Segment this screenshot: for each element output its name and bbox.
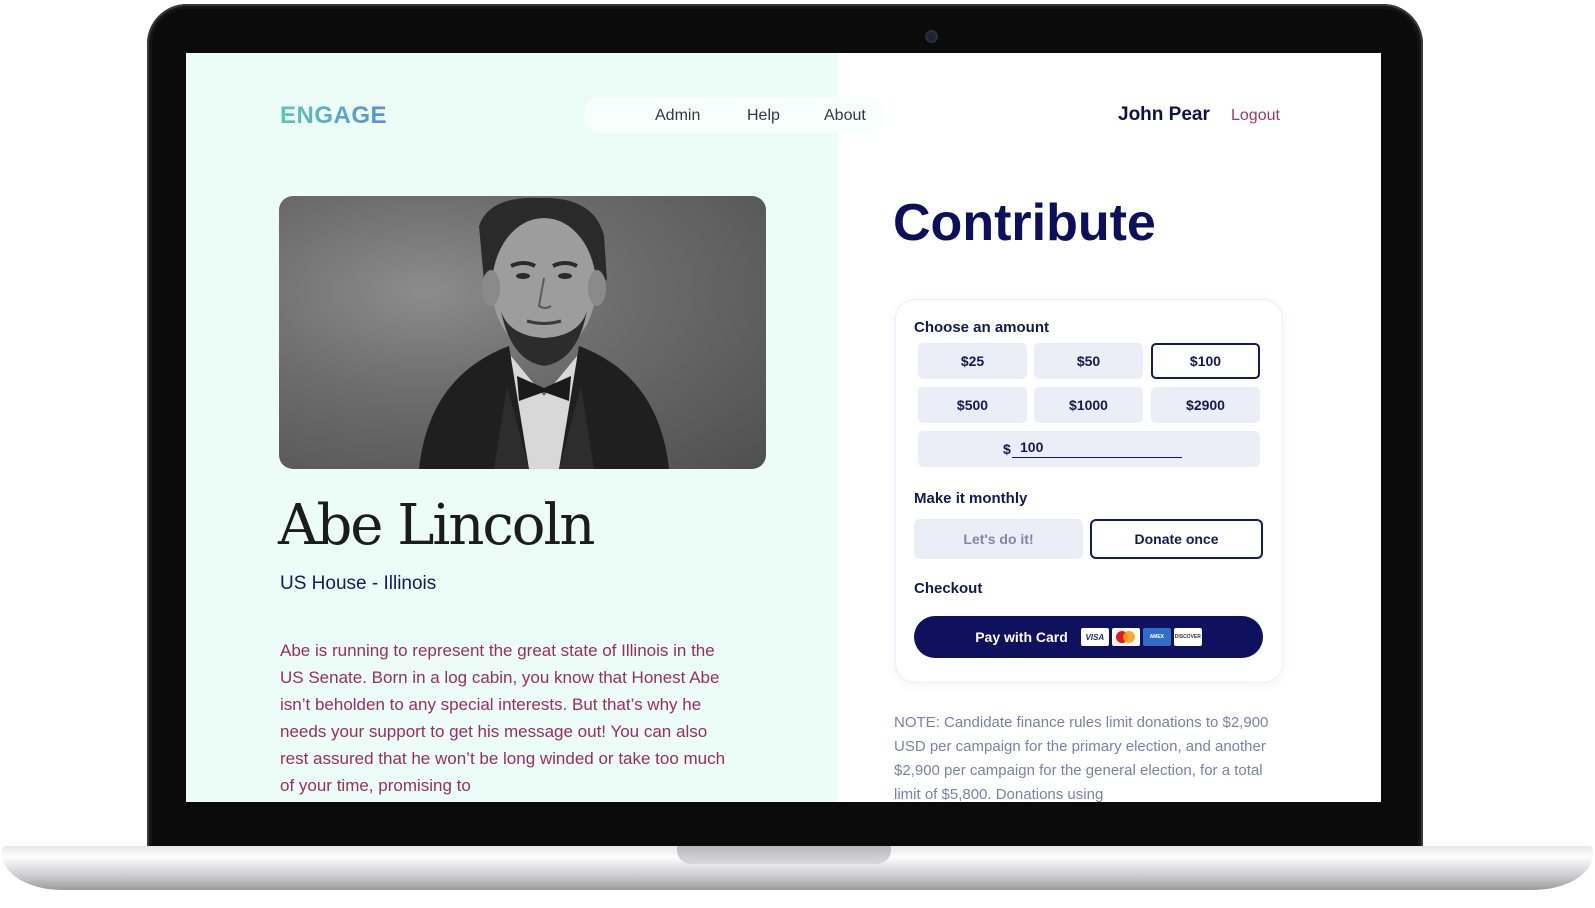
candidate-photo bbox=[279, 196, 766, 469]
choose-amount-label: Choose an amount bbox=[914, 319, 1050, 336]
donate-once-button[interactable]: Donate once bbox=[1090, 519, 1263, 559]
amount-2900-button[interactable]: $2900 bbox=[1151, 387, 1260, 423]
logout-link[interactable]: Logout bbox=[1231, 107, 1280, 125]
visa-icon: VISA bbox=[1080, 628, 1109, 646]
candidate-name: Abe Lincoln bbox=[278, 493, 595, 558]
discover-icon: DISCOVER bbox=[1173, 628, 1202, 646]
nav-help[interactable]: Help bbox=[747, 107, 780, 125]
amount-500-button[interactable]: $500 bbox=[918, 387, 1027, 423]
custom-amount-input[interactable] bbox=[1012, 437, 1182, 458]
screen: ENGAGE Admin Help About John Pear Logout bbox=[186, 53, 1381, 802]
amount-25-button[interactable]: $25 bbox=[918, 343, 1027, 379]
user-name: John Pear bbox=[1118, 104, 1210, 125]
amount-100-button[interactable]: $100 bbox=[1151, 343, 1260, 379]
pay-button-label: Pay with Card bbox=[975, 629, 1068, 645]
currency-symbol: $ bbox=[1003, 441, 1011, 457]
finance-note: NOTE: Candidate finance rules limit dona… bbox=[894, 714, 1269, 802]
amex-icon: AMEX bbox=[1142, 628, 1171, 646]
donation-card: Choose an amount $25 $50 $100 $500 $1000… bbox=[895, 299, 1283, 683]
nav-admin[interactable]: Admin bbox=[655, 107, 700, 125]
camera-icon bbox=[927, 32, 936, 41]
candidate-bio: Abe is running to represent the great st… bbox=[280, 641, 726, 795]
checkout-label: Checkout bbox=[914, 580, 983, 597]
amount-50-button[interactable]: $50 bbox=[1034, 343, 1143, 379]
pay-with-card-button[interactable]: Pay with Card VISA AMEX DISCOVER bbox=[914, 616, 1263, 658]
amount-1000-button[interactable]: $1000 bbox=[1034, 387, 1143, 423]
mastercard-icon bbox=[1111, 628, 1140, 646]
nav-about[interactable]: About bbox=[824, 107, 866, 125]
contribute-title: Contribute bbox=[893, 194, 1156, 252]
monthly-label: Make it monthly bbox=[914, 490, 1028, 507]
laptop-notch bbox=[677, 846, 891, 864]
candidate-office: US House - Illinois bbox=[280, 573, 437, 594]
custom-amount-box: $ bbox=[918, 431, 1260, 467]
logo[interactable]: ENGAGE bbox=[280, 102, 387, 130]
monthly-yes-button[interactable]: Let's do it! bbox=[914, 519, 1083, 559]
